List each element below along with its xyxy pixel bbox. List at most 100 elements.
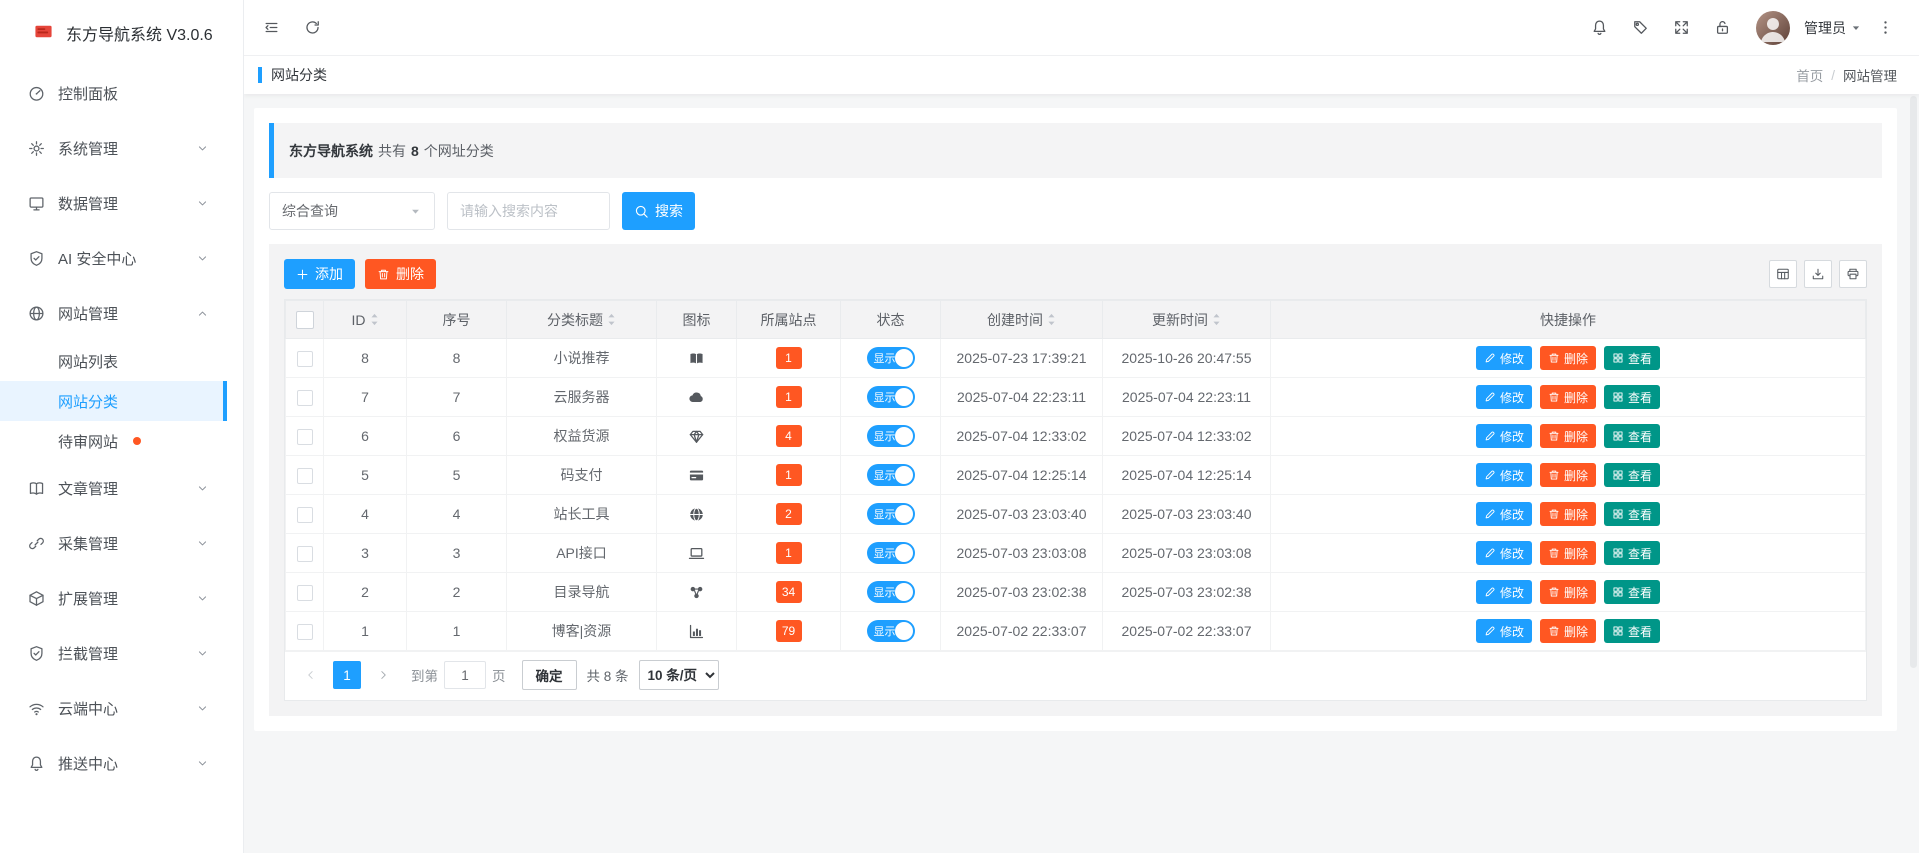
- row-action-view[interactable]: 查看: [1604, 346, 1661, 370]
- row-action-delete[interactable]: 删除: [1539, 424, 1596, 448]
- row-action-edit[interactable]: 修改: [1475, 385, 1532, 409]
- status-toggle[interactable]: 显示: [866, 542, 915, 564]
- chevron-down-icon: [409, 205, 422, 218]
- row-checkbox[interactable]: [296, 506, 313, 523]
- print-button[interactable]: [1839, 260, 1867, 288]
- sidebar-subitem[interactable]: 网站分类: [0, 381, 227, 421]
- status-toggle[interactable]: 显示: [866, 503, 915, 525]
- row-action-delete[interactable]: 删除: [1539, 346, 1596, 370]
- column-label: 快捷操作: [1540, 311, 1596, 328]
- column-header-created[interactable]: 创建时间: [940, 300, 1103, 339]
- search-button[interactable]: 搜索: [622, 192, 695, 230]
- fullscreen-button[interactable]: [1664, 10, 1699, 45]
- row-action-view[interactable]: 查看: [1604, 424, 1661, 448]
- row-action-edit[interactable]: 修改: [1475, 502, 1532, 526]
- status-toggle[interactable]: 显示: [866, 464, 915, 486]
- user-avatar[interactable]: [1756, 10, 1790, 45]
- refresh-button[interactable]: [295, 10, 330, 45]
- sidebar-item-10[interactable]: 推送中心: [0, 736, 227, 791]
- next-page-button[interactable]: [369, 661, 397, 689]
- search-input[interactable]: [447, 192, 610, 230]
- row-action-delete[interactable]: 删除: [1539, 385, 1596, 409]
- row-action-view[interactable]: 查看: [1604, 580, 1661, 604]
- cell-icon: [656, 416, 737, 456]
- chevron-down-icon: [198, 146, 207, 151]
- page-number-current[interactable]: 1: [333, 661, 361, 689]
- select-all-checkbox[interactable]: [295, 310, 314, 329]
- sidebar-collapse-button[interactable]: [254, 10, 289, 45]
- breadcrumb-home[interactable]: 首页: [1796, 65, 1823, 85]
- sidebar-item-2[interactable]: 数据管理: [0, 176, 227, 231]
- delete-button[interactable]: 删除: [365, 259, 436, 289]
- row-checkbox[interactable]: [296, 428, 313, 445]
- status-toggle[interactable]: 显示: [866, 581, 915, 603]
- row-action-edit[interactable]: 修改: [1475, 580, 1532, 604]
- user-menu[interactable]: 管理员: [1804, 18, 1862, 38]
- sidebar-item-3[interactable]: AI 安全中心: [0, 231, 227, 286]
- row-checkbox[interactable]: [296, 584, 313, 601]
- notifications-button[interactable]: [1582, 10, 1617, 45]
- status-toggle[interactable]: 显示: [866, 386, 915, 408]
- column-header-updated[interactable]: 更新时间: [1102, 300, 1271, 339]
- add-button[interactable]: 添加: [284, 259, 355, 289]
- column-label: 图标: [682, 311, 711, 328]
- row-checkbox[interactable]: [296, 350, 313, 367]
- row-action-edit[interactable]: 修改: [1475, 541, 1532, 565]
- row-checkbox[interactable]: [296, 467, 313, 484]
- sidebar-item-5[interactable]: 文章管理: [0, 461, 227, 516]
- status-toggle[interactable]: 显示: [866, 425, 915, 447]
- pencil-icon: [1485, 587, 1495, 597]
- row-action-view[interactable]: 查看: [1604, 541, 1661, 565]
- export-button[interactable]: [1804, 260, 1832, 288]
- row-action-view[interactable]: 查看: [1604, 385, 1661, 409]
- row-action-edit[interactable]: 修改: [1475, 463, 1532, 487]
- status-toggle[interactable]: 显示: [866, 620, 915, 642]
- status-toggle[interactable]: 显示: [866, 347, 915, 369]
- more-menu-button[interactable]: [1868, 10, 1903, 45]
- sidebar-item-0[interactable]: 控制面板: [0, 66, 227, 121]
- lock-screen-button[interactable]: [1705, 10, 1740, 45]
- row-action-view[interactable]: 查看: [1604, 502, 1661, 526]
- row-action-edit[interactable]: 修改: [1475, 424, 1532, 448]
- row-checkbox[interactable]: [296, 545, 313, 562]
- sidebar-item-4[interactable]: 网站管理: [0, 286, 227, 341]
- sidebar-item-label: 扩展管理: [58, 591, 119, 608]
- search-type-select[interactable]: 综合查询: [269, 192, 435, 230]
- tags-button[interactable]: [1623, 10, 1658, 45]
- row-action-delete[interactable]: 删除: [1539, 502, 1596, 526]
- confirm-button[interactable]: 确定: [521, 660, 577, 690]
- page-scrollbar[interactable]: [1910, 96, 1917, 668]
- goto-page-input[interactable]: [444, 661, 486, 689]
- sidebar-item-9[interactable]: 云端中心: [0, 681, 227, 736]
- globe-solid-icon: [689, 507, 704, 522]
- row-action-delete[interactable]: 删除: [1539, 619, 1596, 643]
- page-size-select[interactable]: 10 条/页: [638, 660, 719, 690]
- sidebar-item-8[interactable]: 拦截管理: [0, 626, 227, 681]
- filter-columns-button[interactable]: [1769, 260, 1797, 288]
- sidebar-item-6[interactable]: 采集管理: [0, 516, 227, 571]
- sidebar-item-label: 网站管理: [58, 306, 119, 323]
- row-checkbox[interactable]: [296, 389, 313, 406]
- row-action-view[interactable]: 查看: [1604, 463, 1661, 487]
- chevron-down-icon: [198, 256, 207, 261]
- row-action-edit[interactable]: 修改: [1475, 619, 1532, 643]
- sidebar-subitem[interactable]: 网站列表: [0, 341, 227, 381]
- bell-icon: [1593, 20, 1606, 36]
- row-action-view[interactable]: 查看: [1604, 619, 1661, 643]
- sidebar-item-1[interactable]: 系统管理: [0, 121, 227, 176]
- row-action-delete[interactable]: 删除: [1539, 463, 1596, 487]
- prev-page-button[interactable]: [297, 661, 325, 689]
- column-header-title[interactable]: 分类标题: [506, 300, 657, 339]
- cell-title: 权益货源: [506, 416, 657, 456]
- row-checkbox[interactable]: [296, 623, 313, 640]
- cell-order: 5: [406, 455, 507, 495]
- row-action-delete[interactable]: 删除: [1539, 580, 1596, 604]
- sidebar-item-7[interactable]: 扩展管理: [0, 571, 227, 626]
- row-action-edit[interactable]: 修改: [1475, 346, 1532, 370]
- cell-id: 3: [323, 533, 407, 573]
- row-action-delete[interactable]: 删除: [1539, 541, 1596, 565]
- cell-updated: 2025-07-04 22:23:11: [1102, 377, 1271, 417]
- column-header-id[interactable]: ID: [323, 300, 407, 339]
- breadcrumb: 首页 / 网站管理: [1796, 65, 1897, 85]
- sidebar-subitem[interactable]: 待审网站: [0, 421, 227, 461]
